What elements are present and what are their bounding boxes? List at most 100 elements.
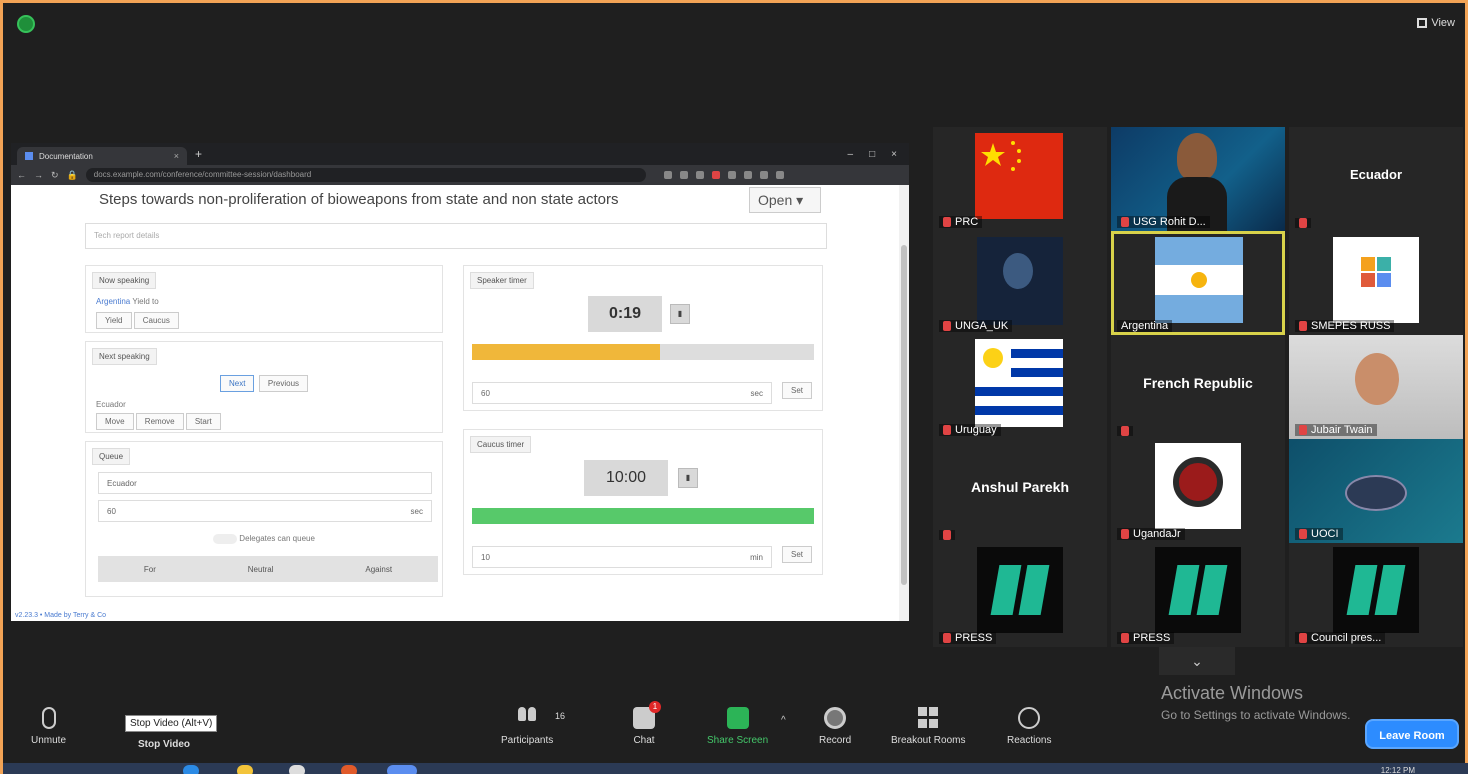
queue-time-input[interactable]: 60 sec	[98, 500, 432, 522]
move-button[interactable]: Move	[96, 413, 134, 430]
participant-name: PRESS	[1117, 632, 1175, 644]
share-screen-button[interactable]: Share Screen	[707, 707, 768, 746]
participant-name	[1117, 426, 1133, 436]
caucus-timer-pause-button[interactable]: ▮	[678, 468, 698, 488]
extension-icon[interactable]	[759, 171, 768, 179]
taskbar-app-icon[interactable]	[183, 765, 199, 774]
extension-icon[interactable]	[663, 171, 672, 179]
close-tab-icon[interactable]: ×	[174, 151, 179, 161]
participant-name	[1295, 218, 1311, 228]
close-window-icon[interactable]: ×	[891, 149, 897, 160]
unmute-button[interactable]: Unmute	[31, 707, 66, 746]
caucus-timer-value[interactable]: 10:00	[584, 460, 668, 496]
vote-against[interactable]: Against	[365, 565, 392, 574]
participant-tile-smepes[interactable]: SMEPES RUSS	[1289, 231, 1463, 335]
next-button[interactable]: Next	[219, 375, 255, 392]
participant-tile-council-press[interactable]: Council pres...	[1289, 543, 1463, 647]
caucus-timer-bar	[472, 508, 814, 524]
extension-icon[interactable]	[695, 171, 704, 179]
participant-tile-press-1[interactable]: PRESS	[933, 543, 1107, 647]
speaker-set-button[interactable]: Set	[782, 382, 813, 399]
browser-tab[interactable]: Documentation ×	[17, 147, 187, 165]
next-speaking-country: Ecuador	[96, 400, 126, 409]
taskbar-app-icon[interactable]	[341, 765, 357, 774]
vote-neutral[interactable]: Neutral	[248, 565, 274, 574]
reactions-button[interactable]: Reactions	[1007, 707, 1051, 746]
next-speaking-panel: Next speaking Next Previous Ecuador Move…	[85, 341, 443, 433]
participant-tile-uoci[interactable]: UOCI	[1289, 439, 1463, 543]
view-button[interactable]: View	[1417, 17, 1455, 29]
activate-windows-watermark: Activate Windows Go to Settings to activ…	[1161, 683, 1350, 722]
participant-tile-uganda[interactable]: UgandaJr	[1111, 439, 1285, 543]
participant-tile-prc[interactable]: PRC	[933, 127, 1107, 231]
participant-tile-unga-uk[interactable]: UNGA_UK	[933, 231, 1107, 335]
chat-button[interactable]: 1 Chat	[633, 701, 661, 746]
caucus-button[interactable]: Caucus	[133, 312, 179, 329]
speaker-timer-value[interactable]: 0:19	[588, 296, 662, 332]
speaker-duration-unit: sec	[750, 389, 763, 398]
queue-title: Queue	[92, 448, 131, 465]
speaker-timer-pause-button[interactable]: ▮	[670, 304, 690, 324]
participant-tile-french-republic[interactable]: French Republic	[1111, 335, 1285, 439]
scroll-thumb[interactable]	[901, 245, 907, 585]
share-options-chevron-icon[interactable]: ^	[781, 715, 786, 726]
caucus-set-button[interactable]: Set	[782, 546, 813, 563]
gallery-next-page-chevron-icon[interactable]: ⌄	[1159, 647, 1235, 675]
vote-for[interactable]: For	[144, 565, 156, 574]
participant-tile-usg[interactable]: USG Rohit D...	[1111, 127, 1285, 231]
extension-icon[interactable]	[727, 171, 736, 179]
back-icon[interactable]: ←	[17, 170, 26, 180]
queue-time-value: 60	[107, 507, 116, 516]
start-button[interactable]: Start	[185, 413, 221, 430]
page-scrollbar[interactable]	[899, 185, 909, 621]
participant-name: USG Rohit D...	[1117, 216, 1210, 228]
participant-tile-jubair[interactable]: Jubair Twain	[1289, 335, 1463, 439]
remove-button[interactable]: Remove	[135, 413, 184, 430]
participant-display-name: Ecuador	[1349, 167, 1402, 182]
security-shield-icon[interactable]	[17, 15, 35, 33]
minimize-icon[interactable]: –	[848, 149, 854, 160]
participant-face	[1355, 353, 1399, 405]
taskbar-zoom-icon[interactable]	[387, 765, 417, 774]
extension-icon[interactable]	[711, 171, 720, 179]
participant-tile-ecuador[interactable]: Ecuador	[1289, 127, 1463, 231]
participants-count: 16	[555, 711, 566, 721]
queue-country-select[interactable]: Ecuador	[98, 472, 432, 494]
forward-icon[interactable]: →	[34, 170, 43, 180]
now-speaking-country[interactable]: Argentina	[96, 297, 130, 306]
new-tab-icon[interactable]: +	[195, 147, 202, 161]
footer-link[interactable]: v2.23.3 • Made by Terry & Co	[15, 612, 106, 619]
leave-room-button[interactable]: Leave Room	[1365, 719, 1459, 749]
chat-label: Chat	[633, 735, 655, 746]
maximize-icon[interactable]: □	[869, 149, 875, 160]
muted-mic-icon	[1121, 426, 1129, 436]
url-field[interactable]: docs.example.com/conference/committee-se…	[85, 168, 646, 182]
previous-button[interactable]: Previous	[258, 375, 309, 392]
muted-mic-icon	[1299, 218, 1307, 228]
extension-icon[interactable]	[679, 171, 688, 179]
delegates-queue-toggle[interactable]	[213, 534, 238, 544]
speaker-duration-input[interactable]: 60 sec	[472, 382, 772, 404]
muted-mic-icon	[943, 217, 951, 227]
browser-tab-bar: Documentation × + – □ ×	[11, 143, 909, 165]
participant-tile-anshul[interactable]: Anshul Parekh	[933, 439, 1107, 543]
participant-tile-argentina[interactable]: Argentina	[1111, 231, 1285, 335]
participant-name: Council pres...	[1295, 632, 1386, 644]
participant-tile-uruguay[interactable]: Uruguay	[933, 335, 1107, 439]
profile-icon[interactable]	[775, 171, 784, 179]
taskbar-folder-icon[interactable]	[237, 765, 253, 774]
breakout-rooms-button[interactable]: Breakout Rooms	[891, 707, 965, 746]
participants-button[interactable]: Participants 16	[501, 707, 565, 746]
taskbar-app-icon[interactable]	[289, 765, 305, 774]
participant-tile-press-2[interactable]: PRESS	[1111, 543, 1285, 647]
reload-icon[interactable]: ↻	[51, 170, 59, 181]
record-button[interactable]: Record	[819, 707, 851, 746]
notes-input[interactable]: Tech report details	[85, 223, 827, 249]
lock-icon: 🔒	[66, 169, 78, 180]
extension-icon[interactable]	[743, 171, 752, 179]
status-select[interactable]: Open ▾	[749, 187, 821, 213]
muted-mic-icon	[1121, 529, 1129, 539]
participant-name: UOCI	[1295, 528, 1343, 540]
yield-button[interactable]: Yield	[96, 312, 132, 329]
caucus-duration-input[interactable]: 10 min	[472, 546, 772, 568]
